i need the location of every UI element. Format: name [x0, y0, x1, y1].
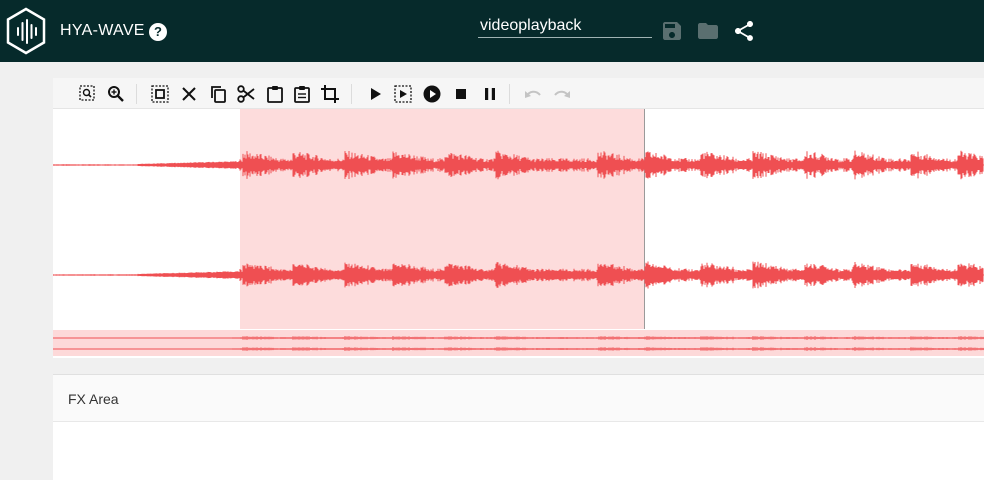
play-selection-icon[interactable]	[393, 84, 413, 104]
waveform-channels[interactable]	[53, 109, 984, 329]
clear-icon[interactable]	[179, 84, 199, 104]
toolbar-separator	[509, 84, 510, 104]
record-icon[interactable]	[422, 84, 442, 104]
zoom-selection-icon[interactable]	[78, 84, 98, 104]
toolbar-separator	[351, 84, 352, 104]
fx-area-header: FX Area	[53, 375, 984, 422]
filename-input[interactable]	[478, 14, 652, 38]
waveform-overview[interactable]	[52, 330, 984, 356]
app-title: HYA-WAVE	[60, 22, 145, 39]
redo-icon[interactable]	[552, 84, 572, 104]
paste-special-icon[interactable]	[292, 84, 312, 104]
paste-icon[interactable]	[265, 84, 285, 104]
zoom-icon[interactable]	[106, 84, 126, 104]
pause-icon[interactable]	[480, 84, 500, 104]
folder-icon[interactable]	[696, 19, 720, 43]
undo-icon[interactable]	[523, 84, 543, 104]
app-header: HYA-WAVE ?	[0, 0, 984, 62]
waveform-editor	[52, 78, 984, 358]
overview-waveform	[52, 336, 984, 351]
stop-icon[interactable]	[451, 84, 471, 104]
editor-toolbar	[53, 78, 984, 109]
select-all-icon[interactable]	[150, 84, 170, 104]
share-icon[interactable]	[732, 19, 756, 43]
toolbar-separator	[136, 84, 137, 104]
fx-area-title: FX Area	[68, 391, 119, 407]
cut-icon[interactable]	[236, 84, 256, 104]
copy-icon[interactable]	[208, 84, 228, 104]
logo-waveform-icon	[6, 7, 46, 55]
save-icon[interactable]	[660, 19, 684, 43]
fx-area: FX Area	[53, 374, 984, 480]
play-icon[interactable]	[365, 84, 385, 104]
help-icon[interactable]: ?	[149, 23, 167, 41]
crop-icon[interactable]	[320, 84, 340, 104]
